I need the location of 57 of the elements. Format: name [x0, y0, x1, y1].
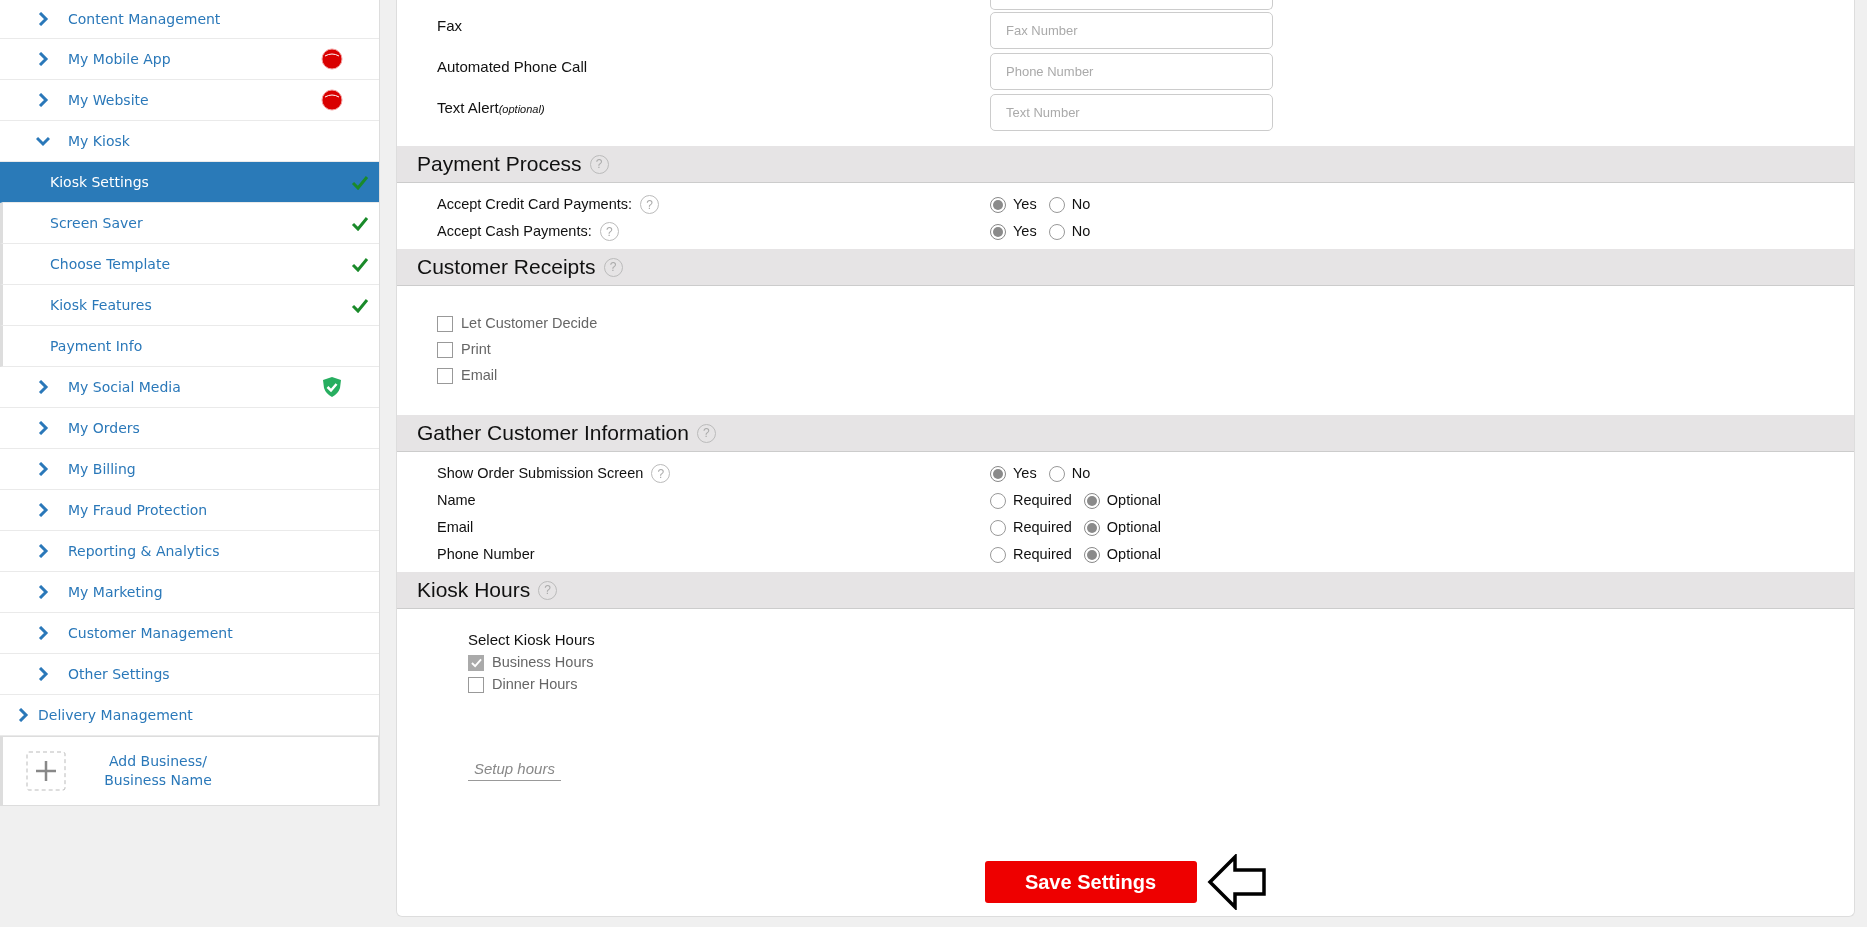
setting-label: Show Order Submission Screen	[437, 463, 644, 483]
sidebar-subitem[interactable]: Choose Template	[0, 244, 379, 285]
sidebar-item[interactable]: My Marketing	[0, 572, 379, 613]
sidebar-item[interactable]: Other Settings	[0, 654, 379, 695]
section-title: Gather Customer Information	[417, 420, 689, 447]
radio-option[interactable]: Optional	[1083, 516, 1161, 539]
checkmark-icon	[470, 657, 482, 668]
sidebar-item[interactable]: Content Management	[0, 0, 379, 39]
setting-label: Email	[437, 517, 474, 537]
sidebar-subitem[interactable]: Kiosk Features	[0, 285, 379, 326]
subsection-title: Select Kiosk Hours	[468, 630, 595, 650]
checkbox-option[interactable]: Let Customer Decide	[437, 311, 598, 337]
sidebar-item[interactable]: My Billing	[0, 449, 379, 490]
radio-option[interactable]: Yes	[990, 220, 1037, 243]
setup-hours-link[interactable]: Setup hours	[468, 757, 561, 781]
input-field[interactable]: Fax Number	[990, 12, 1273, 49]
setting-label: Accept Credit Card Payments:	[437, 194, 633, 214]
checkbox-option[interactable]: Email	[437, 363, 498, 389]
sidebar-subitem[interactable]: Screen Saver	[0, 203, 379, 244]
field-label: Text Alert(optional)	[437, 98, 546, 119]
radio-option[interactable]: Yes	[990, 462, 1037, 485]
checkbox-option[interactable]: Print	[437, 337, 491, 363]
radio-option[interactable]: Required	[990, 516, 1072, 539]
section-title: Customer Receipts	[417, 254, 596, 281]
field-label: Automated Phone Call	[437, 57, 589, 78]
sidebar-subitem[interactable]: Payment Info	[0, 326, 379, 367]
sidebar-subitem[interactable]: Kiosk Settings	[0, 162, 379, 203]
sidebar-item[interactable]: Customer Management	[0, 613, 379, 654]
setting-label: Accept Cash Payments:	[437, 221, 592, 241]
sidebar-item[interactable]: Reporting & Analytics	[0, 531, 379, 572]
setting-label: Phone Number	[437, 544, 535, 564]
checkbox-option[interactable]: Dinner Hours	[468, 673, 1854, 696]
radio-option[interactable]: Required	[990, 543, 1072, 566]
sidebar-item[interactable]: My Orders	[0, 408, 379, 449]
sidebar-item[interactable]: My Fraud Protection	[0, 490, 379, 531]
sidebar-item[interactable]: My Mobile App	[0, 39, 379, 80]
radio-option[interactable]: No	[1048, 220, 1091, 243]
section-title: Kiosk Hours	[417, 577, 531, 604]
radio-option[interactable]: Optional	[1083, 489, 1161, 512]
radio-option[interactable]: Required	[990, 489, 1072, 512]
setting-label: Name	[437, 490, 476, 510]
input-field[interactable]: Text Number	[990, 94, 1273, 131]
input-field[interactable]	[990, 0, 1273, 10]
section-title: Payment Process	[417, 151, 582, 178]
radio-option[interactable]: No	[1048, 462, 1091, 485]
radio-option[interactable]: Yes	[990, 193, 1037, 216]
sidebar-item[interactable]: Delivery Management	[0, 695, 379, 736]
radio-option[interactable]: No	[1048, 193, 1091, 216]
save-settings-button[interactable]: Save Settings	[984, 861, 1197, 903]
sidebar-item[interactable]: My Social Media	[0, 367, 379, 408]
field-label: Fax	[437, 16, 463, 37]
input-field[interactable]: Phone Number	[990, 53, 1273, 90]
checkbox-option[interactable]: Business Hours	[468, 651, 1854, 674]
add-plus-icon	[26, 751, 66, 791]
sidebar-item[interactable]: My Website	[0, 80, 379, 121]
radio-option[interactable]: Optional	[1083, 543, 1161, 566]
left-arrow-icon	[1206, 854, 1267, 910]
